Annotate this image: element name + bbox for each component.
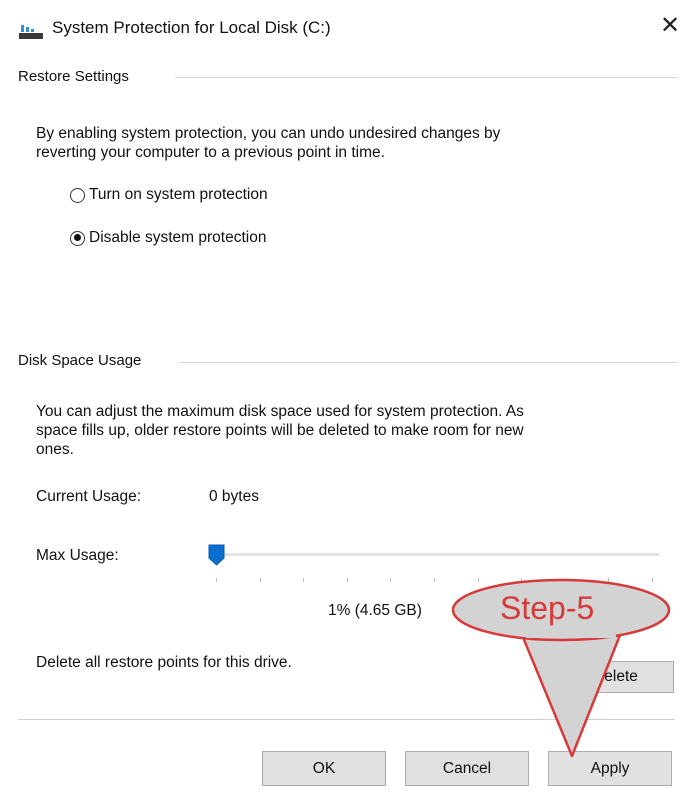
delete-restore-points-text: Delete all restore points for this drive… (36, 654, 292, 671)
callout-pointer (518, 628, 624, 758)
max-usage-value: 1% (4.65 GB) (328, 602, 422, 619)
disk-space-description: You can adjust the maximum disk space us… (36, 402, 524, 459)
delete-button[interactable]: Delete (557, 661, 674, 693)
disk-space-heading: Disk Space Usage (18, 352, 150, 369)
restore-settings-heading: Restore Settings (18, 68, 137, 85)
slider-tick (564, 578, 566, 582)
step-callout-text: Step-5 (500, 590, 595, 626)
max-usage-slider-thumb[interactable] (208, 544, 225, 566)
slider-tick (608, 578, 610, 582)
radio-button-checked-icon[interactable] (70, 230, 85, 246)
slider-tick (303, 578, 305, 582)
slider-tick (216, 578, 217, 582)
radio-button-icon[interactable] (70, 187, 85, 203)
close-icon[interactable]: ✕ (660, 14, 680, 38)
slider-tick (477, 578, 479, 582)
radio-disable-protection[interactable]: Disable system protection (70, 229, 266, 247)
cancel-button[interactable]: Cancel (405, 751, 529, 786)
current-usage-value: 0 bytes (209, 488, 259, 505)
footer-separator (18, 719, 675, 720)
apply-button-label: Apply (590, 759, 630, 777)
restore-settings-divider (175, 77, 678, 78)
ok-button[interactable]: OK (262, 751, 386, 786)
slider-tick (434, 578, 435, 582)
drive-icon (19, 25, 43, 39)
slider-tick (521, 578, 523, 582)
restore-description-line-1: By enabling system protection, you can u… (36, 125, 501, 142)
max-usage-label: Max Usage: (36, 547, 119, 564)
cancel-button-label: Cancel (442, 759, 492, 777)
slider-tick (259, 578, 261, 582)
max-usage-slider-track[interactable] (215, 553, 659, 556)
disk-space-divider (180, 362, 678, 363)
disk-description-line-1: You can adjust the maximum disk space us… (36, 403, 524, 420)
disk-description-line-3: ones. (36, 441, 74, 458)
slider-tick (390, 578, 392, 582)
apply-button[interactable]: Apply (548, 751, 672, 786)
restore-settings-description: By enabling system protection, you can u… (36, 124, 500, 162)
current-usage-label: Current Usage: (36, 488, 142, 505)
slider-tick (346, 578, 348, 582)
radio-turn-on-protection[interactable]: Turn on system protection (70, 186, 268, 204)
disk-description-line-2: space fills up, older restore points wil… (36, 422, 524, 439)
slider-tick (652, 578, 653, 582)
window-title: System Protection for Local Disk (C:) (52, 18, 331, 37)
radio-label-disable: Disable system protection (89, 229, 267, 246)
restore-description-line-2: reverting your computer to a previous po… (36, 144, 385, 161)
delete-button-label: Delete (593, 668, 638, 685)
radio-label-turn-on: Turn on system protection (89, 186, 268, 203)
ok-button-label: OK (312, 759, 336, 777)
